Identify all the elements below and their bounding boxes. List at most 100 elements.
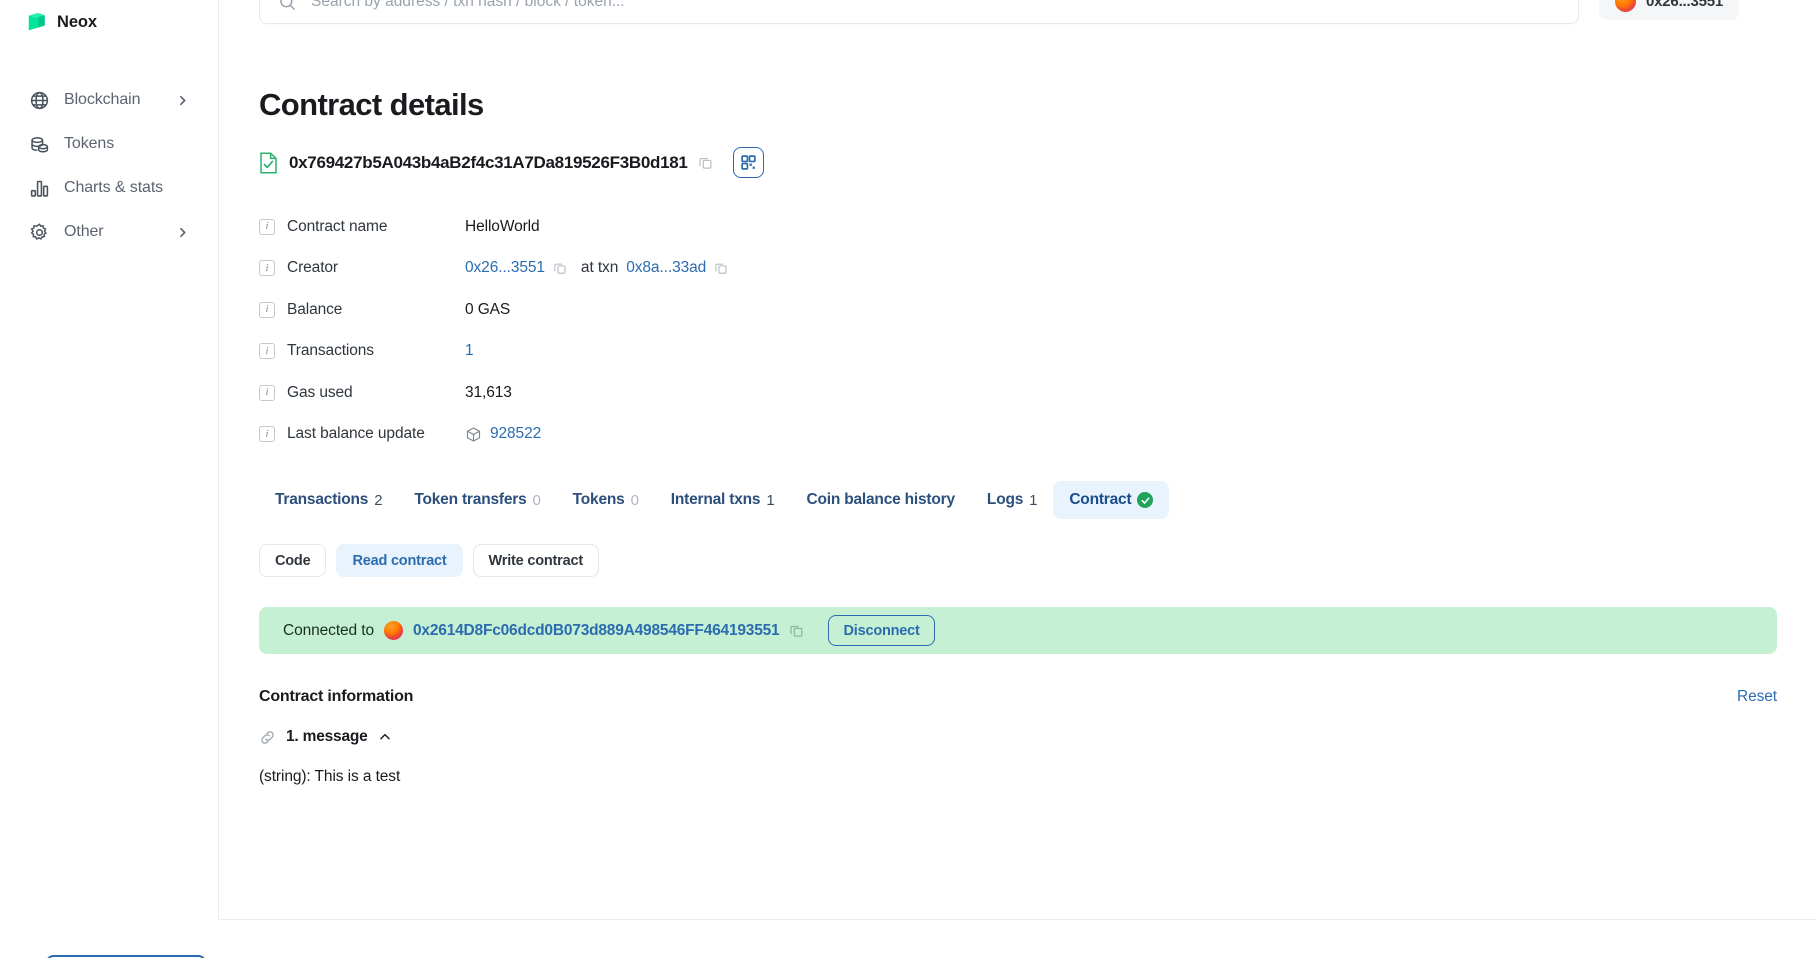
qr-code-button[interactable] bbox=[732, 147, 764, 178]
tab-token-transfers[interactable]: Token transfers 0 bbox=[398, 481, 556, 519]
subtab-write-contract[interactable]: Write contract bbox=[472, 544, 599, 577]
tab-count: 1 bbox=[1029, 491, 1038, 509]
contract-address-row: 0x769427b5A043b4aB2f4c31A7Da819526F3B0d1… bbox=[259, 147, 1777, 178]
contract-method-row[interactable]: 1. message bbox=[259, 728, 1777, 746]
tab-count: 1 bbox=[766, 491, 775, 509]
info-label: Contract name bbox=[287, 217, 388, 235]
sidebar-item-blockchain[interactable]: Blockchain bbox=[16, 78, 202, 122]
block-cube-icon bbox=[465, 426, 482, 443]
sidebar-item-label: Blockchain bbox=[64, 91, 141, 108]
info-label: Balance bbox=[287, 300, 343, 318]
info-row-last-balance-update: i Last balance update 928522 bbox=[259, 414, 1777, 456]
info-value: 31,613 bbox=[465, 383, 512, 401]
copy-icon[interactable] bbox=[714, 261, 728, 275]
wallet-address: 0x26...3551 bbox=[1646, 0, 1724, 10]
chevron-right-icon bbox=[176, 225, 190, 239]
brand[interactable]: Neox bbox=[0, 0, 218, 36]
tab-coin-balance-history[interactable]: Coin balance history bbox=[790, 481, 970, 519]
brand-name: Neox bbox=[57, 12, 97, 31]
tab-internal-txns[interactable]: Internal txns 1 bbox=[655, 481, 791, 519]
copy-icon[interactable] bbox=[553, 261, 567, 275]
contract-information-header: Contract information Reset bbox=[259, 688, 1777, 706]
wallet-avatar-icon bbox=[384, 621, 404, 640]
coins-icon bbox=[28, 133, 50, 155]
info-label: Last balance update bbox=[287, 425, 425, 443]
info-hint-icon[interactable]: i bbox=[259, 426, 275, 443]
globe-icon bbox=[28, 89, 50, 111]
search-bar[interactable] bbox=[259, 0, 1579, 24]
sidebar-item-other[interactable]: Other bbox=[16, 210, 202, 254]
info-row-balance: i Balance 0 GAS bbox=[259, 289, 1777, 331]
chevron-right-icon bbox=[176, 93, 190, 107]
tab-count: 2 bbox=[374, 491, 383, 509]
tab-contract[interactable]: Contract bbox=[1053, 481, 1170, 519]
tab-label: Internal txns bbox=[670, 491, 761, 508]
tab-label: Coin balance history bbox=[806, 491, 955, 508]
tab-label: Transactions bbox=[275, 491, 369, 508]
disconnect-button[interactable]: Disconnect bbox=[828, 615, 935, 646]
qr-code-icon bbox=[740, 155, 756, 170]
sidebar-item-label: Tokens bbox=[64, 135, 115, 152]
tab-count: 0 bbox=[630, 491, 639, 509]
info-value: 1 bbox=[465, 342, 474, 360]
info-row-creator: i Creator 0x26...3551 at txn 0x8a...33ad bbox=[259, 248, 1777, 290]
tab-transactions[interactable]: Transactions 2 bbox=[259, 481, 398, 519]
connected-address-link[interactable]: 0x2614D8Fc06dcd0B073d889A498546FF4641935… bbox=[413, 622, 780, 640]
tab-count: 0 bbox=[532, 491, 541, 509]
info-hint-icon[interactable]: i bbox=[259, 343, 275, 360]
info-hint-icon[interactable]: i bbox=[259, 301, 275, 318]
subtab-code[interactable]: Code bbox=[259, 544, 327, 577]
copy-icon[interactable] bbox=[789, 623, 804, 638]
info-label: Creator bbox=[287, 259, 338, 277]
sidebar-item-label: Other bbox=[64, 223, 104, 240]
neox-cube-logo-icon bbox=[28, 13, 45, 31]
link-icon bbox=[259, 729, 276, 746]
tab-label: Tokens bbox=[572, 491, 625, 508]
contract-method-name: 1. message bbox=[286, 728, 368, 745]
search-input[interactable] bbox=[311, 0, 1560, 11]
wallet-connected-banner: Connected to 0x2614D8Fc06dcd0B073d889A49… bbox=[259, 607, 1777, 654]
contract-subtabs: Code Read contract Write contract bbox=[259, 544, 1777, 577]
tab-label: Contract bbox=[1069, 491, 1132, 508]
connected-label: Connected to bbox=[283, 621, 375, 639]
bar-chart-icon bbox=[28, 177, 50, 199]
contract-method-output: (string): This is a test bbox=[259, 768, 401, 785]
copy-icon[interactable] bbox=[698, 155, 713, 170]
tab-logs[interactable]: Logs 1 bbox=[971, 481, 1053, 519]
wallet-avatar-icon bbox=[1615, 0, 1636, 12]
subtab-read-contract[interactable]: Read contract bbox=[336, 544, 463, 577]
verified-check-icon bbox=[1137, 492, 1154, 508]
wallet-badge[interactable]: 0x26...3551 bbox=[1599, 0, 1740, 20]
page-title: Contract details bbox=[259, 87, 484, 122]
gear-icon bbox=[28, 221, 50, 243]
sidebar-item-tokens[interactable]: Tokens bbox=[16, 122, 202, 166]
topbar: 0x26...3551 bbox=[259, 0, 1777, 45]
reset-button[interactable]: Reset bbox=[1737, 688, 1777, 706]
contract-info-list: i Contract name HelloWorld i Creator 0x2… bbox=[259, 206, 1777, 455]
tab-label: Logs bbox=[986, 491, 1024, 508]
sidebar-item-label: Charts & stats bbox=[64, 179, 164, 196]
info-label: Gas used bbox=[287, 383, 353, 401]
search-icon bbox=[278, 0, 297, 12]
app-root: Neox Blockchain Tokens Charts & stats Ot… bbox=[0, 0, 1817, 958]
contract-address: 0x769427b5A043b4aB2f4c31A7Da819526F3B0d1… bbox=[289, 152, 688, 172]
last-balance-update-block-link[interactable]: 928522 bbox=[490, 425, 541, 443]
chevron-up-icon[interactable] bbox=[378, 730, 392, 744]
info-hint-icon[interactable]: i bbox=[259, 384, 275, 401]
creator-address-link[interactable]: 0x26...3551 bbox=[465, 259, 545, 277]
main-content: 0x26...3551 Contract details 0x769427b5A… bbox=[219, 0, 1817, 920]
info-row-transactions: i Transactions 1 bbox=[259, 331, 1777, 373]
tab-tokens[interactable]: Tokens 0 bbox=[557, 481, 655, 519]
info-label: Transactions bbox=[287, 342, 374, 360]
info-row-gas-used: i Gas used 31,613 bbox=[259, 372, 1777, 414]
contract-information-title: Contract information bbox=[259, 688, 414, 705]
transactions-count-link[interactable]: 1 bbox=[465, 342, 474, 360]
info-hint-icon[interactable]: i bbox=[259, 260, 275, 277]
sidebar-nav: Blockchain Tokens Charts & stats Other bbox=[0, 78, 218, 254]
verified-contract-file-icon bbox=[260, 151, 277, 174]
info-hint-icon[interactable]: i bbox=[259, 218, 275, 235]
sidebar-item-charts-stats[interactable]: Charts & stats bbox=[16, 166, 202, 210]
info-value: 0 GAS bbox=[465, 300, 511, 318]
info-value: 0x26...3551 at txn 0x8a...33ad bbox=[465, 259, 728, 277]
creation-txn-link[interactable]: 0x8a...33ad bbox=[626, 259, 706, 277]
